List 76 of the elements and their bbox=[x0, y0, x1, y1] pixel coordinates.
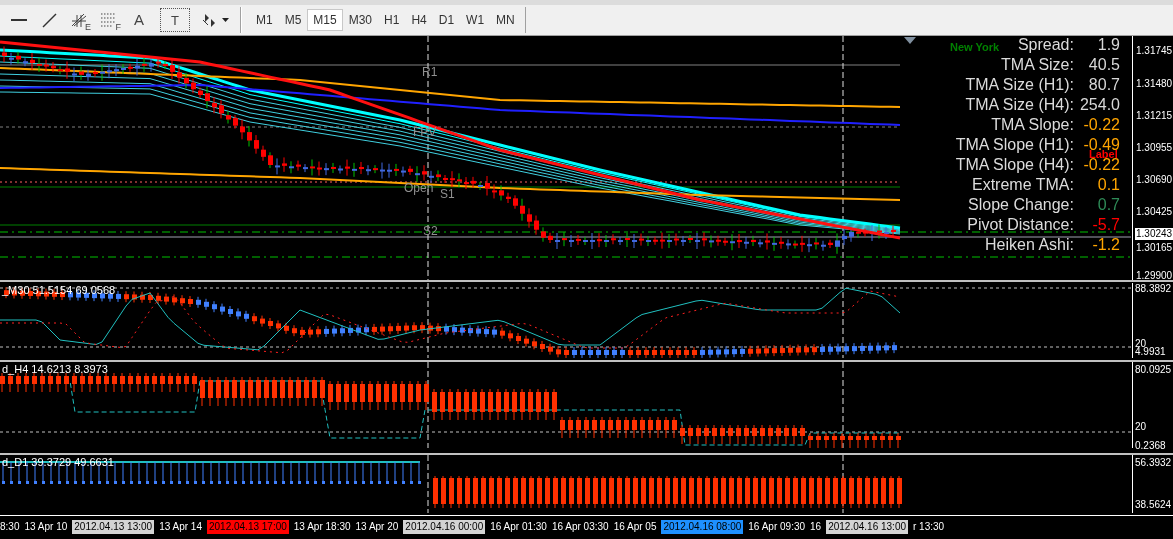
time-label: 16 Apr 03:30 bbox=[551, 520, 609, 534]
level-label: R1 bbox=[422, 66, 438, 78]
info-label: TMA Size (H4): bbox=[965, 95, 1074, 115]
time-marker: 2012.04.13 13:00 bbox=[72, 520, 155, 534]
time-label: r 13:30 bbox=[913, 520, 945, 534]
info-label: TMA Slope (H4): bbox=[955, 155, 1074, 175]
info-value: 0.7 bbox=[1097, 195, 1120, 215]
time-label: 16 Apr 09:30 bbox=[748, 520, 806, 534]
scale-label: 56.3932 bbox=[1135, 457, 1172, 469]
tool-letter: E bbox=[85, 23, 91, 32]
info-value: 80.7 bbox=[1088, 75, 1120, 95]
price-label: 1.30955 bbox=[1135, 142, 1173, 154]
time-label: 16 Apr 01:30 bbox=[490, 520, 547, 534]
time-label: 13 Apr 18:30 bbox=[293, 520, 351, 534]
info-label: Pivot Distance: bbox=[967, 215, 1074, 235]
info-label: TMA Size (H1): bbox=[965, 75, 1074, 95]
info-value: -5.7 bbox=[1092, 215, 1120, 235]
time-marker: 2012.04.16 00:00 bbox=[403, 520, 486, 534]
info-value: -1.2 bbox=[1092, 235, 1120, 255]
scale-label: 20 bbox=[1135, 338, 1147, 349]
current-price-label: 1.30243 bbox=[1135, 228, 1173, 240]
price-label: 1.30425 bbox=[1135, 206, 1173, 218]
time-marker: 2012.04.16 13:00 bbox=[826, 520, 908, 534]
info-label: TMA Size: bbox=[1001, 55, 1074, 75]
timeframe-tab[interactable]: MN bbox=[490, 9, 521, 31]
time-marker: 2012.04.13 17:00 bbox=[206, 520, 289, 534]
price-label: 1.31745 bbox=[1135, 45, 1173, 57]
scale-label: 80.0925 bbox=[1135, 364, 1172, 376]
indicator-title: d_H4 14.6213 8.3973 bbox=[2, 364, 108, 375]
time-label: 8:30 bbox=[0, 520, 20, 534]
info-value: 40.5 bbox=[1088, 55, 1120, 75]
timeframe-tab[interactable]: M5 bbox=[278, 9, 308, 31]
tool-letter: F bbox=[115, 23, 121, 32]
price-label: 1.30165 bbox=[1135, 242, 1173, 254]
tool-button[interactable]: A bbox=[124, 8, 154, 32]
time-label: 16 bbox=[810, 520, 822, 534]
horizontal-line-icon bbox=[11, 19, 27, 21]
info-value: 254.0 bbox=[1079, 95, 1120, 115]
tool-button[interactable]: E bbox=[64, 8, 94, 32]
timeframe-tab[interactable]: H4 bbox=[405, 9, 433, 31]
info-label: TMA Slope: bbox=[991, 115, 1074, 135]
session-label: New York bbox=[950, 42, 1000, 53]
info-label: TMA Slope (H1): bbox=[955, 135, 1074, 155]
price-label: 1.30690 bbox=[1135, 174, 1173, 186]
price-label: 1.31480 bbox=[1135, 78, 1173, 90]
timeframe-tab[interactable]: W1 bbox=[460, 9, 491, 31]
timeframe-tab[interactable]: M1 bbox=[250, 9, 279, 31]
info-label: Extreme TMA: bbox=[972, 175, 1074, 195]
scale-label: 88.3892 bbox=[1135, 283, 1172, 295]
timeframe-tab[interactable]: M30 bbox=[342, 9, 379, 31]
time-label: 13 Apr 10 bbox=[24, 520, 68, 534]
info-value: -0.22 bbox=[1083, 115, 1120, 135]
info-label: Heiken Ashi: bbox=[985, 235, 1074, 255]
timeframe-tab[interactable]: M15 bbox=[307, 9, 343, 31]
level-label: Open bbox=[404, 182, 434, 194]
info-label: Spread: bbox=[1017, 36, 1074, 55]
info-label: Slope Change: bbox=[968, 195, 1074, 215]
level-label: S1 bbox=[440, 188, 455, 200]
scale-label: 0.2368 bbox=[1135, 440, 1166, 452]
tool-button[interactable]: F bbox=[94, 8, 124, 32]
info-value: 0.1 bbox=[1097, 175, 1120, 195]
scale-label: 38.5624 bbox=[1135, 499, 1172, 511]
time-label: 16 Apr 05 bbox=[613, 520, 657, 534]
caret-icon bbox=[221, 18, 229, 22]
scale-label: 20 bbox=[1135, 421, 1147, 433]
price-label: 1.31215 bbox=[1135, 110, 1173, 122]
timeframe-tab[interactable]: D1 bbox=[432, 9, 461, 31]
timeframe-tab[interactable]: H1 bbox=[378, 9, 406, 31]
triangle-icon bbox=[904, 37, 916, 44]
time-label: 13 Apr 14 bbox=[159, 520, 202, 534]
time-label: 13 Apr 20 bbox=[355, 520, 399, 534]
scale-label: 4.9931 bbox=[1135, 346, 1166, 358]
price-label: 1.29900 bbox=[1135, 270, 1173, 282]
tool-button[interactable]: T bbox=[160, 8, 190, 32]
time-marker: 2012.04.16 08:00 bbox=[661, 520, 744, 534]
info-value: 1.9 bbox=[1097, 36, 1120, 55]
